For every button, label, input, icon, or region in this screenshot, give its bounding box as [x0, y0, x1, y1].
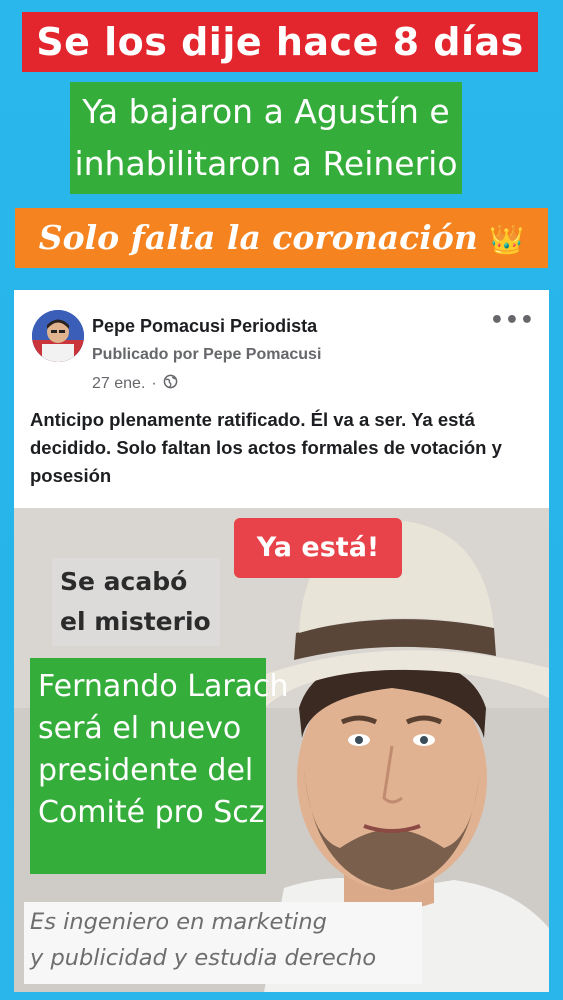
crown-icon: 👑 [489, 223, 525, 256]
fernando-line-4: Comité pro Scz [38, 795, 265, 830]
avatar[interactable] [32, 310, 84, 362]
globe-icon [163, 374, 178, 394]
fernando-line-2: será el nuevo [38, 711, 242, 746]
coronation-banner: Solo falta la coronación 👑 [15, 208, 548, 268]
meta-separator: · [151, 375, 157, 392]
subheadline-banner: Ya bajaron a Agustín e inhabilitaron a R… [70, 82, 462, 194]
page-name-link[interactable]: Pepe Pomacusi Periodista [92, 316, 317, 337]
misterio-caption: Se acabó el misterio [52, 558, 220, 646]
misterio-line-1: Se acabó [60, 567, 188, 596]
headline-banner: Se los dije hace 8 días [22, 12, 538, 72]
more-options-icon[interactable]: ••• [490, 308, 535, 333]
fernando-line-1: Fernando Larach [38, 669, 289, 704]
ya-esta-badge: Ya está! [234, 518, 402, 578]
coronation-text: Solo falta la coronación [38, 218, 478, 257]
subheadline-line-1: Ya bajaron a Agustín e [82, 92, 450, 131]
post-text: Anticipo plenamente ratificado. Él va a … [30, 409, 502, 486]
published-by-label: Publicado por Pepe Pomacusi [92, 346, 322, 363]
fernando-caption: Fernando Larach será el nuevo presidente… [30, 658, 289, 874]
post-meta: 27 ene. · [92, 374, 178, 394]
ingeniero-caption: Es ingeniero en marketing y publicidad y… [24, 902, 422, 984]
facebook-post-card: Pepe Pomacusi Periodista Publicado por P… [14, 290, 549, 992]
post-date[interactable]: 27 ene. [92, 375, 145, 393]
fernando-line-3: presidente del [38, 753, 254, 788]
ingeniero-line-2: y publicidad y estudia derecho [30, 945, 377, 971]
subheadline-line-2: inhabilitaron a Reinerio [74, 144, 458, 183]
misterio-line-2: el misterio [60, 607, 211, 636]
ingeniero-line-1: Es ingeniero en marketing [30, 909, 327, 935]
post-photo[interactable]: Ya está! Se acabó el misterio Fernando L… [14, 508, 549, 992]
